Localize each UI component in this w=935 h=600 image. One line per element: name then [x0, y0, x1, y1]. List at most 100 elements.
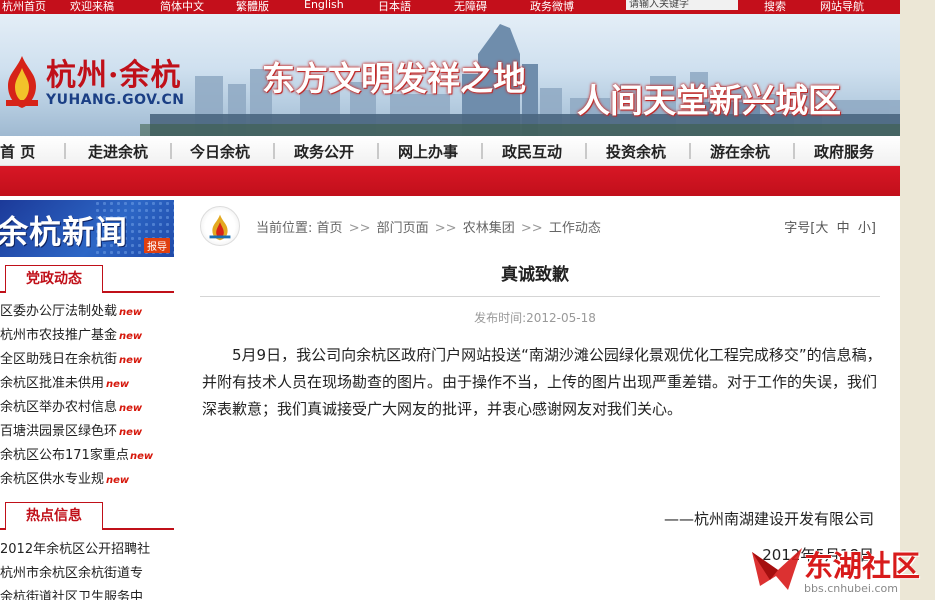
article-title: 真诚致歉: [501, 265, 569, 285]
breadcrumb-bar: 当前位置: 首页 >> 部门页面 >> 农林集团 >> 工作动态 字号[大 中 …: [184, 200, 886, 252]
nav-divider: [377, 143, 379, 159]
nav-divider: [481, 143, 483, 159]
nav-item-about[interactable]: 走进余杭: [88, 141, 148, 162]
breadcrumb-group[interactable]: 农林集团: [463, 221, 515, 236]
topbar-link-submit[interactable]: 欢迎来稿: [70, 0, 114, 14]
font-size-small[interactable]: 小: [858, 221, 871, 236]
list-item-text: 杭州市余杭区余杭街道专: [0, 566, 144, 581]
site-logo-domain: YUHANG.GOV.CN: [46, 92, 185, 108]
topbar-link-accessibility[interactable]: 无障碍: [454, 0, 487, 14]
nav-item-home[interactable]: 首 页: [0, 141, 35, 162]
list-item[interactable]: 杭州市农技推广基金 new: [0, 324, 174, 348]
breadcrumb-separator-icon: >>: [520, 221, 543, 236]
emblem-icon: [200, 206, 240, 246]
breadcrumb-separator-icon: >>: [434, 221, 457, 236]
list-item-text: 余杭区批准未供用: [0, 376, 105, 391]
font-size-label: 字号: [784, 221, 811, 236]
list-item[interactable]: 余杭区供水专业规 new: [0, 468, 174, 492]
nav-divider: [64, 143, 66, 159]
section-title[interactable]: 热点信息: [5, 502, 103, 530]
nav-red-band: [0, 166, 900, 196]
new-badge: new: [119, 355, 143, 366]
search-input[interactable]: 请输入关键字: [626, 0, 738, 10]
list-item[interactable]: 区委办公厅法制处载 new: [0, 300, 174, 324]
publish-date: 发布时间:2012-05-18: [184, 309, 886, 326]
breadcrumb-current[interactable]: 工作动态: [549, 221, 601, 236]
list-item-text: 百塘洪园景区绿色环: [0, 424, 118, 439]
top-utility-bar: 杭州首页 欢迎来稿 简体中文 繁體版 English 日本語 无障碍 政务微博 …: [0, 0, 900, 14]
list-item[interactable]: 百塘洪园景区绿色环 new: [0, 420, 174, 444]
nav-item-today[interactable]: 今日余杭: [190, 141, 250, 162]
breadcrumb-home[interactable]: 首页: [317, 221, 343, 236]
search-button[interactable]: 搜索: [764, 0, 786, 14]
article-body: 5月9日，我公司向余杭区政府门户网站投送“南湖沙滩公园绿化景观优化工程完成移交”…: [202, 346, 882, 418]
watermark-text: 东湖社区: [804, 549, 921, 583]
font-size-switcher: 字号[大 中 小]: [784, 221, 876, 236]
topbar-link-japanese[interactable]: 日本語: [378, 0, 411, 14]
site-logo-title[interactable]: 杭州·余杭: [46, 50, 181, 94]
nav-item-gov-services[interactable]: 政府服务: [814, 141, 874, 162]
list-item-text: 杭州市农技推广基金: [0, 328, 118, 343]
list-item-text: 2012年余杭区公开招聘社: [0, 542, 151, 557]
topbar-link-home[interactable]: 杭州首页: [2, 0, 46, 14]
section-title[interactable]: 党政动态: [5, 265, 103, 293]
new-badge: new: [106, 379, 130, 390]
new-badge: new: [119, 307, 143, 318]
breadcrumb-dept[interactable]: 部门页面: [377, 221, 429, 236]
nav-item-invest[interactable]: 投资余杭: [606, 141, 666, 162]
topbar-link-simplified[interactable]: 简体中文: [160, 0, 204, 14]
topbar-link-traditional[interactable]: 繁體版: [236, 0, 269, 14]
list-item[interactable]: 杭州市余杭区余杭街道专: [0, 562, 174, 586]
list-item-text: 余杭区举办农村信息: [0, 400, 118, 415]
breadcrumb-label: 当前位置:: [256, 221, 313, 236]
list-item-text: 区委办公厅法制处载: [0, 304, 118, 319]
font-size-large[interactable]: 大: [815, 221, 828, 236]
article-signature: ——杭州南湖建设开发有限公司: [663, 510, 874, 528]
section-header-party-news: 党政动态: [0, 261, 174, 293]
publish-date-value: 2012-05-18: [526, 311, 596, 325]
watermark-logo-icon: [752, 548, 802, 590]
nav-divider: [689, 143, 691, 159]
nav-divider: [170, 143, 172, 159]
main-navigation: 首 页 走进余杭 今日余杭 政务公开 网上办事 政民互动 投资余杭 游在余杭 政…: [0, 136, 900, 166]
nav-divider: [273, 143, 275, 159]
title-divider: [200, 296, 880, 297]
header-banner: 杭州·余杭 YUHANG.GOV.CN 东方文明发祥之地 人间天堂新兴城区: [0, 14, 900, 136]
news-banner-title: 余杭新闻: [0, 213, 129, 251]
site-nav-link[interactable]: 网站导航: [820, 0, 864, 14]
new-badge: new: [106, 475, 130, 486]
list-item[interactable]: 余杭区公布171家重点new: [0, 444, 174, 468]
yuhang-news-banner[interactable]: 余杭新闻 报导: [0, 200, 174, 257]
page-right-margin: [900, 0, 935, 600]
section-header-hot-info: 热点信息: [0, 498, 174, 530]
nav-item-tourism[interactable]: 游在余杭: [710, 141, 770, 162]
topbar-link-english[interactable]: English: [304, 0, 344, 11]
watermark-url: bbs.cnhubei.com: [804, 582, 898, 595]
list-item-text: 余杭区供水专业规: [0, 472, 105, 487]
list-item-text: 余杭街道社区卫生服务中: [0, 590, 144, 600]
banner-slogan-1: 东方文明发祥之地: [262, 59, 526, 98]
list-item-text: 全区助残日在余杭街: [0, 352, 118, 367]
nav-item-interaction[interactable]: 政民互动: [502, 141, 562, 162]
list-item[interactable]: 全区助残日在余杭街 new: [0, 348, 174, 372]
list-item-text: 余杭区公布171家重点: [0, 448, 128, 463]
news-banner-tag: 报导: [144, 238, 170, 253]
list-item[interactable]: 2012年余杭区公开招聘社: [0, 538, 174, 562]
emblem-graphic: [209, 214, 231, 241]
list-item[interactable]: 余杭区批准未供用 new: [0, 372, 174, 396]
breadcrumb-separator-icon: >>: [348, 221, 371, 236]
breadcrumb: 当前位置: 首页 >> 部门页面 >> 农林集团 >> 工作动态: [256, 217, 601, 236]
topbar-link-weibo[interactable]: 政务微博: [530, 0, 574, 14]
new-badge: new: [119, 427, 143, 438]
yuhang-logo-icon: [6, 56, 38, 108]
font-size-medium[interactable]: 中: [837, 221, 850, 236]
list-item[interactable]: 余杭街道社区卫生服务中: [0, 586, 174, 600]
new-badge: new: [119, 403, 143, 414]
nav-item-gov-affairs[interactable]: 政务公开: [294, 141, 354, 162]
left-sidebar: 余杭新闻 报导 党政动态 区委办公厅法制处载 new 杭州市农技推广基金 new 全…: [0, 200, 174, 600]
gov-portal-page: 杭州首页 欢迎来稿 简体中文 繁體版 English 日本語 无障碍 政务微博 …: [0, 0, 900, 600]
list-item[interactable]: 余杭区举办农村信息 new: [0, 396, 174, 420]
nav-divider: [585, 143, 587, 159]
banner-slogan-2: 人间天堂新兴城区: [577, 81, 841, 120]
nav-item-online-services[interactable]: 网上办事: [398, 141, 458, 162]
